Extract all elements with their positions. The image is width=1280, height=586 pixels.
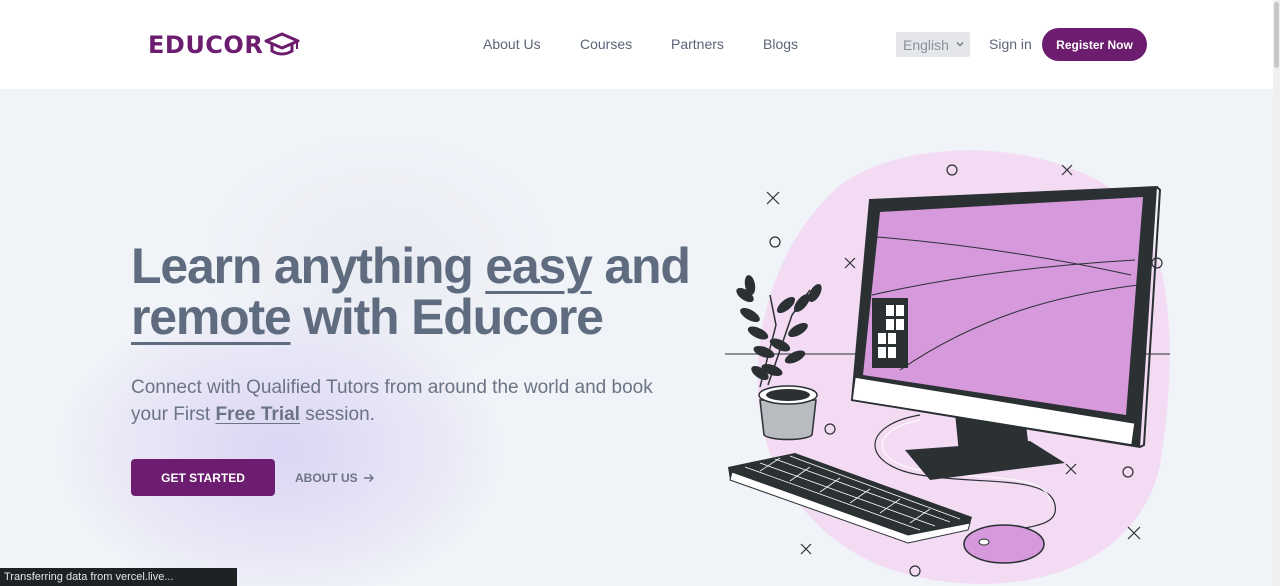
about-us-link[interactable]: ABOUT US [295, 471, 375, 485]
about-us-label: ABOUT US [295, 471, 358, 485]
hero-subtext: Connect with Qualified Tutors from aroun… [131, 374, 711, 428]
language-value: English [903, 36, 949, 53]
browser-status-bar: Transferring data from vercel.live... [0, 568, 237, 586]
educor-logo[interactable]: EDUCOR [148, 30, 300, 60]
headline-part: and [591, 238, 690, 294]
headline-remote: remote [131, 289, 292, 345]
scrollbar-thumb[interactable] [1274, 2, 1279, 68]
hero-headline: Learn anything easy and remote with Educ… [131, 238, 691, 345]
get-started-button[interactable]: GET STARTED [131, 459, 275, 496]
nav-link-partners[interactable]: Partners [671, 36, 724, 52]
graduation-cap-icon [264, 32, 300, 56]
chevron-down-icon [956, 42, 964, 47]
subtext-part: session. [299, 404, 375, 425]
subtext-part: Connect with Qualified Tutors from aroun… [131, 377, 653, 398]
headline-part: with Educore [290, 289, 604, 345]
subtext-part: your First [131, 404, 216, 425]
computer-illustration [725, 150, 1170, 584]
register-now-button[interactable]: Register Now [1042, 28, 1147, 61]
free-trial-link[interactable]: Free Trial [215, 404, 300, 425]
mouse [963, 524, 1045, 564]
page-scrollbar[interactable] [1273, 0, 1280, 586]
headline-part: Learn anything [131, 238, 486, 294]
nav-link-about-us[interactable]: About Us [483, 36, 541, 52]
arrow-right-icon [363, 474, 374, 482]
headline-easy: easy [485, 238, 593, 294]
language-select[interactable]: English [896, 32, 970, 57]
logo-text: EDUCOR [148, 31, 264, 59]
nav-link-blogs[interactable]: Blogs [763, 36, 798, 52]
sign-in-link[interactable]: Sign in [989, 36, 1032, 52]
top-navbar: EDUCOR About Us Courses Partners Blogs E… [0, 0, 1273, 89]
nav-link-courses[interactable]: Courses [580, 36, 632, 52]
